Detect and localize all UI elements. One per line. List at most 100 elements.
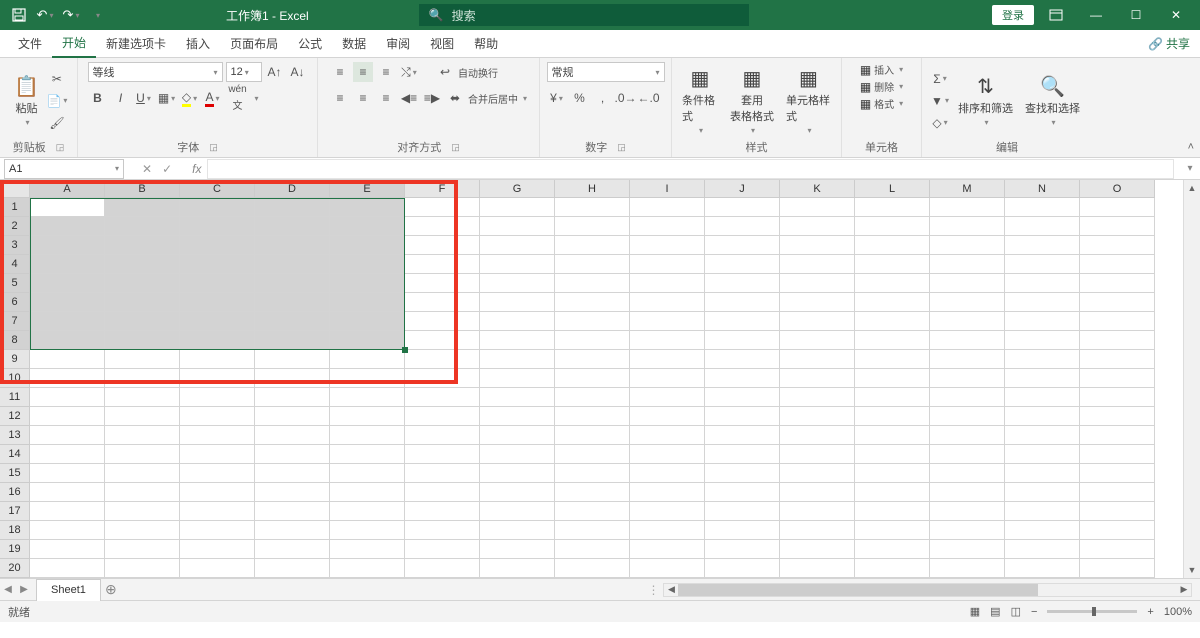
cell[interactable] [1080, 274, 1155, 293]
cell[interactable] [405, 293, 480, 312]
cell[interactable] [855, 540, 930, 559]
cell[interactable] [1080, 483, 1155, 502]
cell[interactable] [630, 407, 705, 426]
cell[interactable] [30, 521, 105, 540]
fill-handle[interactable] [402, 347, 408, 353]
cell[interactable] [555, 540, 630, 559]
underline-icon[interactable]: U▾ [134, 88, 154, 108]
cell[interactable] [30, 445, 105, 464]
col-header-C[interactable]: C [180, 180, 255, 198]
cell[interactable] [930, 293, 1005, 312]
col-header-A[interactable]: A [30, 180, 105, 198]
cell[interactable] [1005, 426, 1080, 445]
align-left-icon[interactable]: ≡ [330, 88, 350, 108]
tab-nav-next-icon[interactable]: ▶ [16, 584, 32, 595]
cell[interactable] [930, 331, 1005, 350]
cell[interactable] [480, 388, 555, 407]
cell[interactable] [105, 274, 180, 293]
row-header-4[interactable]: 4 [0, 255, 30, 274]
cell[interactable] [30, 540, 105, 559]
cell[interactable] [780, 217, 855, 236]
cell[interactable] [480, 540, 555, 559]
cell[interactable] [480, 350, 555, 369]
cell[interactable] [780, 331, 855, 350]
cell[interactable] [780, 293, 855, 312]
cell[interactable] [555, 426, 630, 445]
row-header-12[interactable]: 12 [0, 407, 30, 426]
cell[interactable] [480, 236, 555, 255]
cell[interactable] [930, 236, 1005, 255]
col-header-N[interactable]: N [1005, 180, 1080, 198]
cell[interactable] [255, 217, 330, 236]
cell[interactable] [330, 464, 405, 483]
cell[interactable] [255, 559, 330, 578]
cell[interactable] [780, 369, 855, 388]
cell[interactable] [405, 217, 480, 236]
cell[interactable] [480, 293, 555, 312]
cell[interactable] [330, 502, 405, 521]
cell[interactable] [855, 312, 930, 331]
cell[interactable] [330, 369, 405, 388]
cell[interactable] [405, 407, 480, 426]
row-header-20[interactable]: 20 [0, 559, 30, 578]
cell[interactable] [930, 255, 1005, 274]
cell[interactable] [1080, 559, 1155, 578]
cell[interactable] [555, 198, 630, 217]
cell[interactable] [330, 217, 405, 236]
cell[interactable] [705, 236, 780, 255]
row-header-1[interactable]: 1 [0, 198, 30, 217]
cell[interactable] [930, 445, 1005, 464]
cell[interactable] [930, 198, 1005, 217]
cell[interactable] [180, 293, 255, 312]
cell[interactable] [1080, 426, 1155, 445]
cell[interactable] [705, 559, 780, 578]
cell[interactable] [555, 559, 630, 578]
cell[interactable] [855, 483, 930, 502]
maximize-icon[interactable]: ☐ [1118, 3, 1154, 27]
autosum-icon[interactable]: Σ▾ [930, 69, 950, 89]
cell[interactable] [180, 217, 255, 236]
cell[interactable] [855, 274, 930, 293]
cell[interactable] [705, 255, 780, 274]
cell[interactable] [1005, 236, 1080, 255]
format-cells-button[interactable]: ▦格式▾ [860, 96, 903, 111]
cell[interactable] [630, 464, 705, 483]
scroll-left-icon[interactable]: ◀ [664, 584, 678, 596]
cell[interactable] [930, 483, 1005, 502]
cell[interactable] [330, 559, 405, 578]
cell[interactable] [630, 255, 705, 274]
align-bottom-icon[interactable]: ≡ [376, 62, 396, 82]
cell[interactable] [1005, 293, 1080, 312]
cell[interactable] [330, 445, 405, 464]
cell[interactable] [855, 369, 930, 388]
cell[interactable] [855, 388, 930, 407]
tab-layout[interactable]: 页面布局 [220, 30, 288, 58]
row-header-14[interactable]: 14 [0, 445, 30, 464]
cell[interactable] [630, 369, 705, 388]
cell[interactable] [480, 502, 555, 521]
zoom-out-icon[interactable]: − [1031, 606, 1037, 618]
cell[interactable] [855, 331, 930, 350]
cell[interactable] [330, 483, 405, 502]
cell[interactable] [255, 445, 330, 464]
bold-icon[interactable]: B [88, 88, 108, 108]
cell[interactable] [405, 274, 480, 293]
cell[interactable] [1080, 445, 1155, 464]
sort-filter-button[interactable]: ⇅排序和筛选▾ [954, 72, 1017, 129]
cell[interactable] [180, 540, 255, 559]
cell[interactable] [1080, 369, 1155, 388]
tab-view[interactable]: 视图 [420, 30, 464, 58]
cell[interactable] [630, 236, 705, 255]
cell[interactable] [480, 445, 555, 464]
cell[interactable] [705, 540, 780, 559]
row-header-2[interactable]: 2 [0, 217, 30, 236]
cell[interactable] [105, 198, 180, 217]
cell[interactable] [330, 198, 405, 217]
cell[interactable] [480, 426, 555, 445]
cell[interactable] [930, 540, 1005, 559]
cell[interactable] [1005, 521, 1080, 540]
row-header-19[interactable]: 19 [0, 540, 30, 559]
cell[interactable] [705, 198, 780, 217]
cell[interactable] [330, 407, 405, 426]
cell[interactable] [180, 502, 255, 521]
